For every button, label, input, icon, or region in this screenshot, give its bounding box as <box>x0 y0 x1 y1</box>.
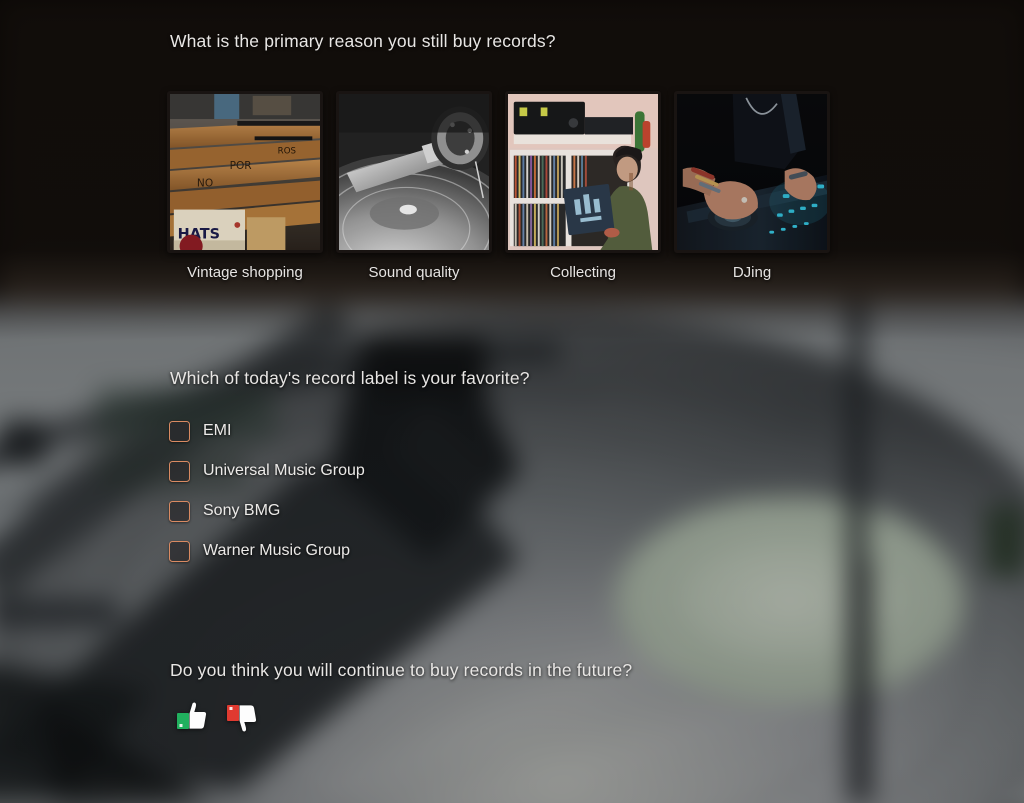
image-choice-card[interactable] <box>505 91 661 253</box>
checkbox-warner-music-group[interactable] <box>169 540 190 562</box>
dj-hands-on-controller-photo <box>677 94 827 250</box>
checkbox-row-emi[interactable]: EMI <box>169 411 365 451</box>
checkbox-row-warner-music-group[interactable]: Warner Music Group <box>169 531 365 571</box>
image-choice-card[interactable] <box>336 91 492 253</box>
thumbs-up-button[interactable] <box>176 700 210 734</box>
checkbox-label: Sony BMG <box>203 502 281 519</box>
image-choice-card[interactable] <box>674 91 830 253</box>
question-1-text: What is the primary reason you still buy… <box>170 31 556 51</box>
checkbox-label: Warner Music Group <box>203 542 350 559</box>
checkbox-row-universal-music-group[interactable]: Universal Music Group <box>169 451 365 491</box>
image-choice-option-vintage-shopping[interactable]: HATS POR ROS NO Vintage shopping <box>167 91 323 281</box>
record-crates-vintage-store-photo: HATS POR ROS NO <box>170 94 320 250</box>
image-choice-option-collecting[interactable]: Collecting <box>505 91 661 281</box>
checkbox-label: EMI <box>203 422 232 439</box>
checkbox-label: Universal Music Group <box>203 462 365 479</box>
checkbox-sony-bmg[interactable] <box>169 500 190 522</box>
woman-holding-vinyl-record-shelf-photo <box>508 94 658 250</box>
thumbs-rating-group <box>176 700 260 734</box>
image-choice-label: Sound quality <box>368 264 460 281</box>
question-2-text: Which of today's record label is your fa… <box>170 368 530 388</box>
image-choice-label: Collecting <box>550 264 616 281</box>
question-3-text: Do you think you will continue to buy re… <box>170 660 633 680</box>
checkbox-group: EMI Universal Music Group Sony BMG Warne… <box>169 411 365 571</box>
image-choice-label: Vintage shopping <box>187 264 303 281</box>
image-choice-option-sound-quality[interactable]: Sound quality <box>336 91 492 281</box>
thumbs-down-button[interactable] <box>226 700 260 734</box>
image-choice-label: DJing <box>732 264 772 281</box>
checkbox-universal-music-group[interactable] <box>169 460 190 482</box>
image-choice-option-djing[interactable]: DJing <box>674 91 830 281</box>
thumbs-down-icon <box>227 705 257 732</box>
checkbox-row-sony-bmg[interactable]: Sony BMG <box>169 491 365 531</box>
image-choice-group: HATS POR ROS NO Vintage shopping Sound q… <box>167 91 830 281</box>
thumbs-up-icon <box>177 702 207 729</box>
image-choice-card[interactable]: HATS POR ROS NO <box>167 91 323 253</box>
turntable-tonearm-blackandwhite-photo <box>339 94 489 250</box>
checkbox-emi[interactable] <box>169 420 190 442</box>
